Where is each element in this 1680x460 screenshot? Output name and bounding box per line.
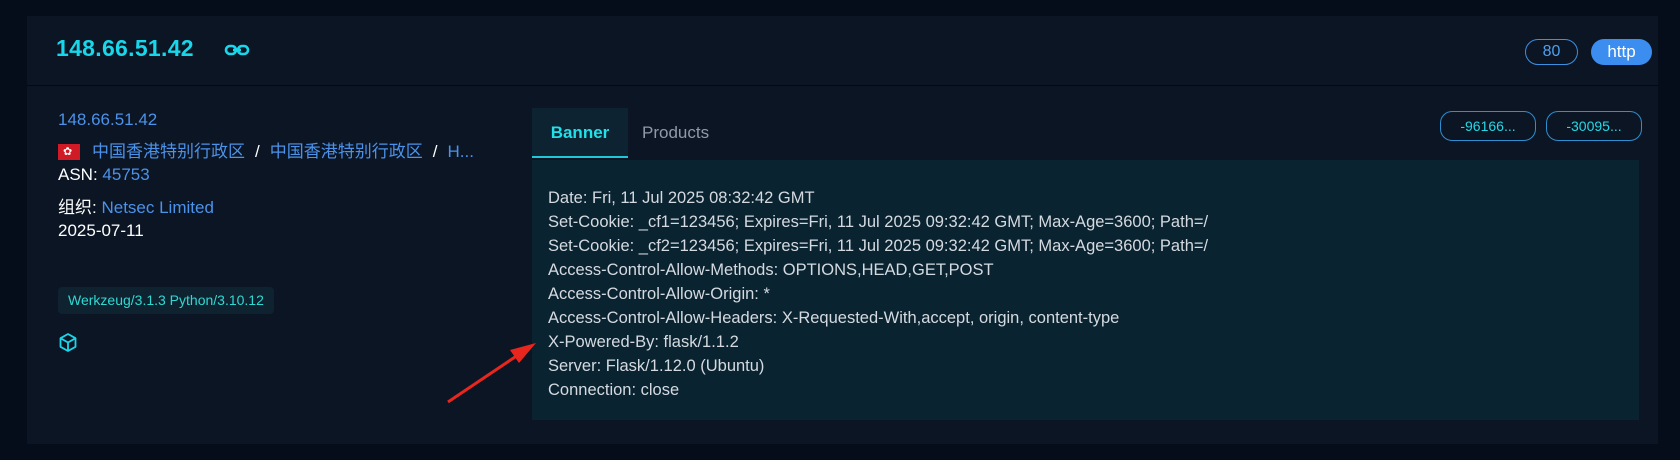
- host-card: 148.66.51.42 80 http 148.66.51.42 中国香港特别…: [27, 16, 1658, 444]
- banner-line: Connection: close: [548, 381, 680, 399]
- location-region-2[interactable]: 中国香港特别行政区: [270, 142, 423, 161]
- asn-link[interactable]: 45753: [102, 165, 149, 184]
- ip-title[interactable]: 148.66.51.42: [56, 35, 194, 62]
- hash-button-1[interactable]: -96166...: [1440, 111, 1536, 141]
- org-row: 组织: Netsec Limited: [58, 193, 214, 218]
- org-label: 组织:: [58, 198, 97, 217]
- location-region-1[interactable]: 中国香港特别行政区: [92, 142, 245, 161]
- banner-line: Set-Cookie: _cf1=123456; Expires=Fri, 11…: [548, 213, 1209, 231]
- location-region-3[interactable]: H...: [447, 142, 473, 161]
- tab-banner[interactable]: Banner: [532, 108, 628, 158]
- component-tag[interactable]: Werkzeug/3.1.3 Python/3.10.12: [58, 287, 274, 314]
- banner-lines: Date: Fri, 11 Jul 2025 08:32:42 GMT Set-…: [548, 186, 1208, 402]
- port-badge[interactable]: 80: [1525, 39, 1578, 65]
- banner-line: Set-Cookie: _cf2=123456; Expires=Fri, 11…: [548, 237, 1209, 255]
- card-header: 148.66.51.42 80 http: [27, 16, 1658, 86]
- banner-line: X-Powered-By: flask/1.1.2: [548, 333, 739, 351]
- asn-label: ASN:: [58, 165, 98, 184]
- date-row: 2025-07-11: [58, 221, 144, 241]
- banner-line: Access-Control-Allow-Headers: X-Requeste…: [548, 309, 1120, 327]
- location-separator: /: [432, 142, 438, 161]
- scan-date: 2025-07-11: [58, 221, 144, 240]
- ip-row: 148.66.51.42: [58, 110, 157, 130]
- link-icon[interactable]: [224, 43, 250, 57]
- hong-kong-flag-icon: [58, 144, 80, 160]
- cube-icon[interactable]: [58, 332, 78, 353]
- banner-line: Date: Fri, 11 Jul 2025 08:32:42 GMT: [548, 189, 815, 207]
- org-link[interactable]: Netsec Limited: [101, 198, 213, 217]
- hash-button-2[interactable]: -30095...: [1546, 111, 1642, 141]
- asn-row: ASN: 45753: [58, 165, 150, 185]
- ip-link[interactable]: 148.66.51.42: [58, 110, 157, 129]
- banner-content: Date: Fri, 11 Jul 2025 08:32:42 GMT Set-…: [532, 160, 1639, 420]
- banner-line: Server: Flask/1.12.0 (Ubuntu): [548, 357, 765, 375]
- banner-line: Access-Control-Allow-Methods: OPTIONS,HE…: [548, 261, 994, 279]
- location-row: 中国香港特别行政区 / 中国香港特别行政区 / H...: [58, 137, 474, 162]
- banner-line: Access-Control-Allow-Origin: *: [548, 285, 770, 303]
- protocol-badge[interactable]: http: [1591, 39, 1652, 65]
- tab-products[interactable]: Products: [642, 108, 709, 158]
- location-separator: /: [255, 142, 260, 161]
